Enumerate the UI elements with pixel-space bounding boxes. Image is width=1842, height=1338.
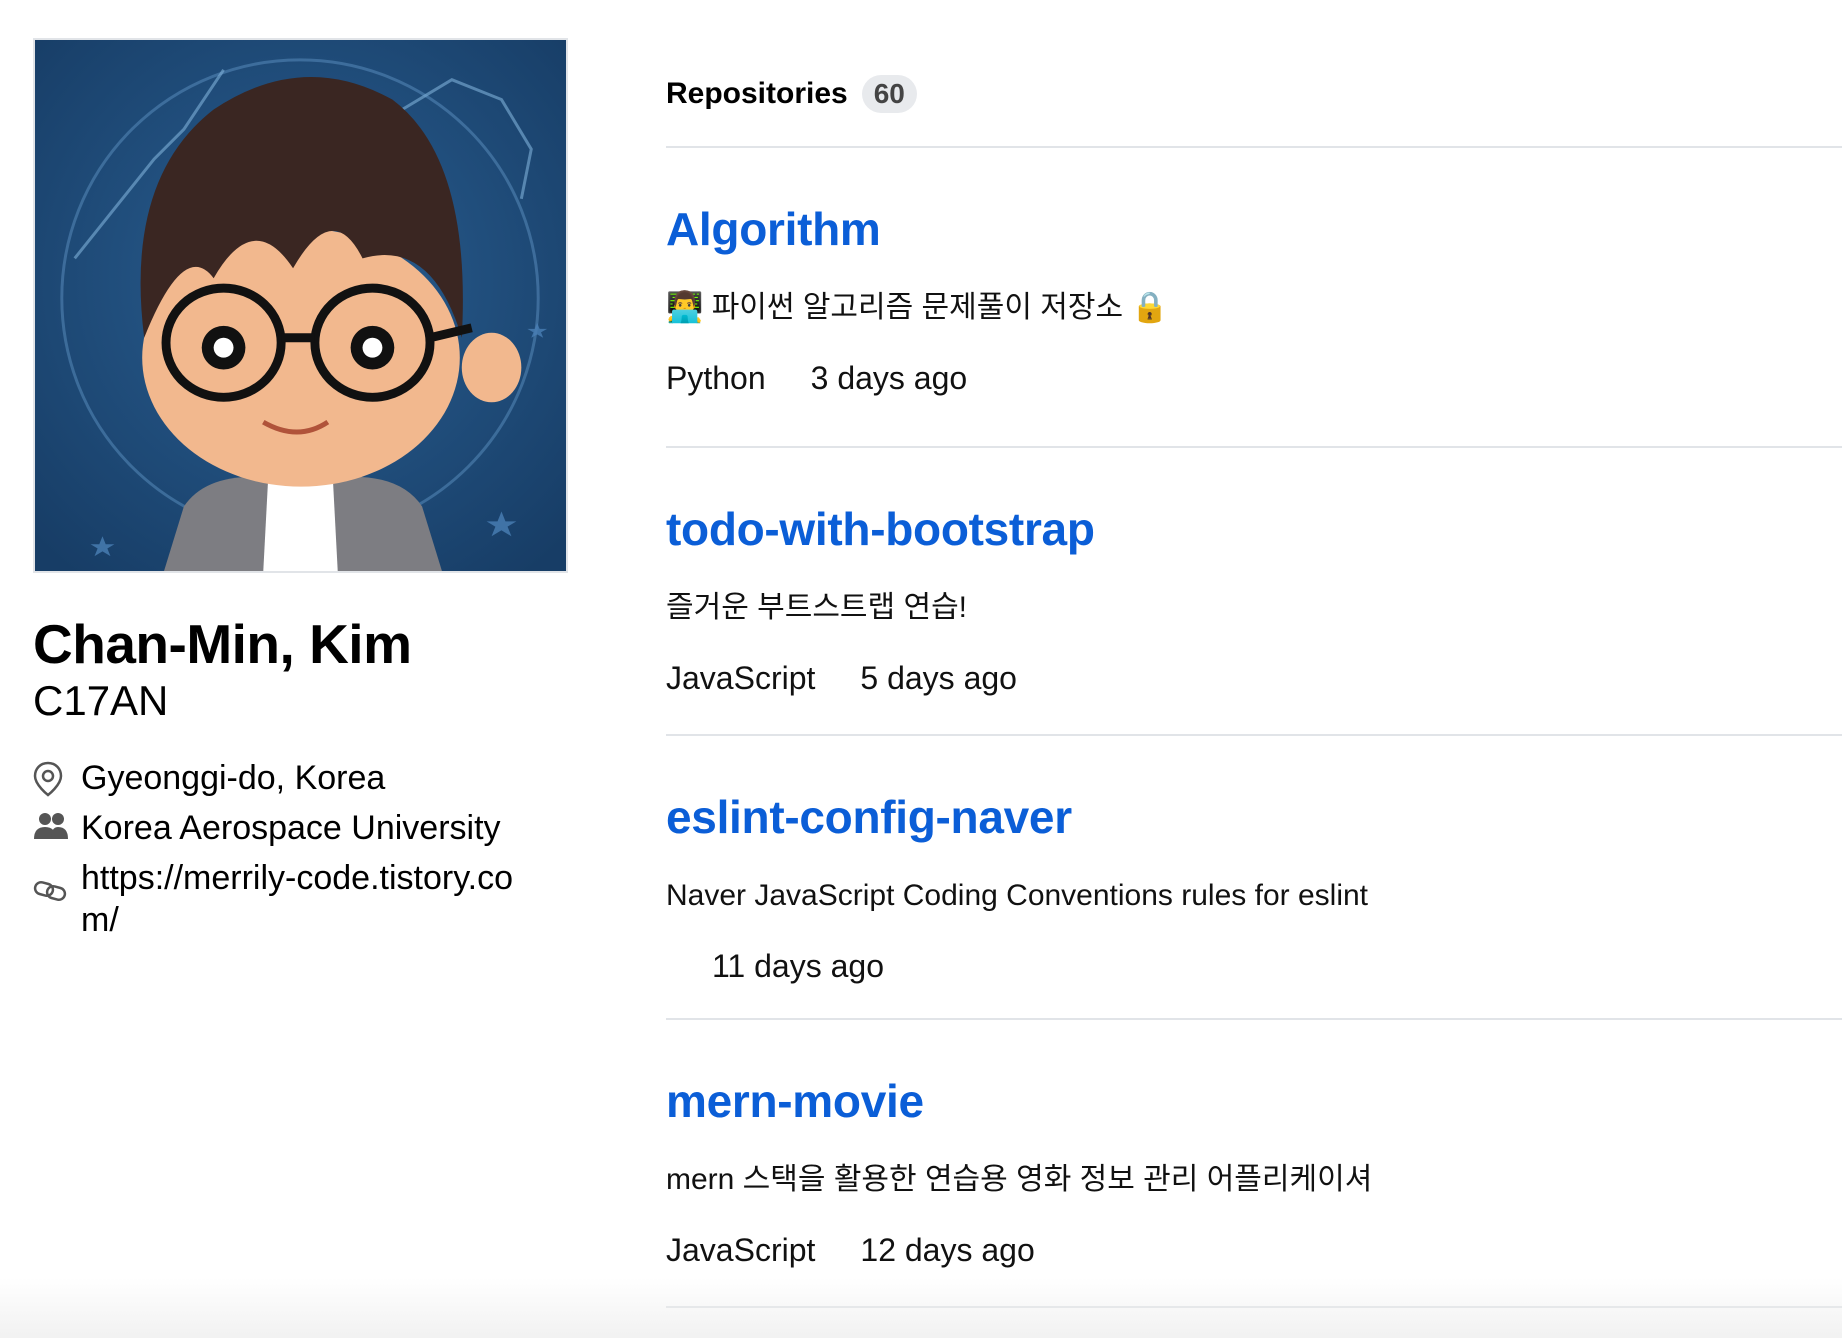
repo-meta: JavaScript 5 days ago [666,658,1017,698]
avatar-illustration [35,40,566,571]
repo-updated: 3 days ago [810,360,968,396]
location-pin-icon [33,757,81,797]
repo-description: mern 스택을 활용한 연습용 영화 정보 관리 어플리케이셔 [666,1163,1373,1196]
location-row: Gyeonggi-do, Korea [33,757,593,799]
repo-item: Algorithm 👨‍💻 파이썬 알고리즘 문제풀이 저장소 🔒 Python… [666,148,1842,448]
repo-meta: Python 3 days ago [666,358,967,398]
repo-name-link[interactable]: eslint-config-naver [666,790,1072,844]
repositories-title: Repositories [666,77,848,110]
bottom-fade [0,1278,1842,1338]
repo-item: todo-with-bootstrap 즐거운 부트스트랩 연습! JavaSc… [666,448,1842,736]
website-link[interactable]: https://merrily-code.tistory.com/ [81,857,521,941]
repo-name-link[interactable]: mern-movie [666,1074,924,1128]
website-row[interactable]: https://merrily-code.tistory.com/ [33,857,593,941]
repo-updated: 12 days ago [860,1232,1035,1268]
organization-row: Korea Aerospace University [33,807,593,849]
repo-name-link[interactable]: todo-with-bootstrap [666,502,1095,556]
repo-description: 즐거운 부트스트랩 연습! [666,591,968,624]
repo-item: eslint-config-naver Naver JavaScript Cod… [666,736,1842,1020]
organization-text: Korea Aerospace University [81,809,501,847]
profile-username: C17AN [33,677,169,724]
repo-updated: 11 days ago [712,948,884,984]
profile-page: Chan-Min, Kim C17AN Gyeonggi-do, Korea K… [0,0,1842,1338]
repo-language: Python [666,360,766,396]
repo-meta: JavaScript 12 days ago [666,1230,1035,1270]
repo-description: 👨‍💻 파이썬 알고리즘 문제풀이 저장소 🔒 [666,291,1169,324]
profile-full-name: Chan-Min, Kim [33,613,412,675]
repositories-header: Repositories 60 [666,68,1842,120]
repositories-count-badge: 60 [861,75,917,113]
avatar[interactable] [33,38,568,573]
profile-sidebar: Chan-Min, Kim C17AN Gyeonggi-do, Korea K… [33,38,593,949]
repositories-section: Repositories 60 Algorithm 👨‍💻 파이썬 알고리즘 문… [666,68,1842,1308]
repo-description: Naver JavaScript Coding Conventions rule… [666,879,1368,912]
repo-meta: 11 days ago [666,946,884,986]
repo-language: JavaScript [666,660,816,696]
repo-item: mern-movie mern 스택을 활용한 연습용 영화 정보 관리 어플리… [666,1020,1842,1308]
repo-language: JavaScript [666,1232,816,1268]
profile-details: Gyeonggi-do, Korea Korea Aerospace Unive… [33,757,593,941]
people-icon [33,807,81,841]
link-icon [33,857,81,903]
repo-language [666,946,667,986]
repo-name-link[interactable]: Algorithm [666,202,881,256]
location-text: Gyeonggi-do, Korea [81,759,386,797]
repo-updated: 5 days ago [860,660,1017,696]
